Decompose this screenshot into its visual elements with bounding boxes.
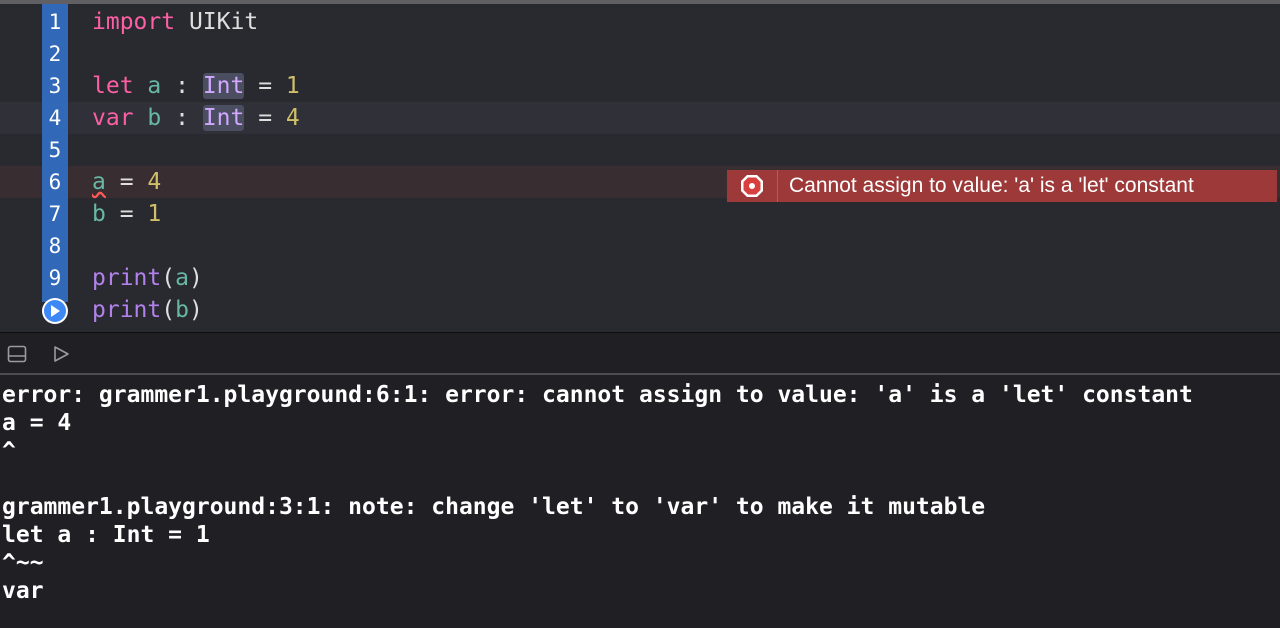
line-number[interactable]: 7 <box>42 198 68 230</box>
line-number[interactable]: 2 <box>42 38 68 70</box>
code-token: a <box>92 169 106 195</box>
line-number[interactable]: 3 <box>42 70 68 102</box>
code-token: = <box>105 201 148 227</box>
console-output[interactable]: error: grammer1.playground:6:1: error: c… <box>0 378 1280 628</box>
console-line: ^ <box>2 438 16 464</box>
code-token: b <box>92 201 106 227</box>
code-token: print <box>92 265 162 291</box>
console-line: ^~~ <box>2 550 44 576</box>
code-token: : <box>161 105 203 131</box>
code-editor[interactable]: 123456789 import UIKit let a : Int = 1 var… <box>0 4 1280 332</box>
line-number[interactable]: 9 <box>42 262 68 294</box>
code-token: 4 <box>285 105 300 131</box>
code-line[interactable]: print(a) <box>92 262 203 294</box>
console-line: error: grammer1.playground:6:1: error: c… <box>2 382 1193 408</box>
code-token: b <box>147 105 162 131</box>
debug-toolbar <box>0 333 1280 373</box>
run-to-line-button[interactable] <box>42 298 68 324</box>
error-message: Cannot assign to value: 'a' is a 'let' c… <box>789 174 1194 197</box>
code-token: b <box>175 297 189 323</box>
play-icon <box>44 300 66 322</box>
console-line: let a : Int = 1 <box>2 522 210 548</box>
code-line[interactable]: import UIKit <box>92 6 258 38</box>
code-token: var <box>92 105 134 131</box>
error-icon <box>727 170 778 202</box>
line-number[interactable]: 8 <box>42 230 68 262</box>
code-token: = <box>244 105 286 131</box>
code-line[interactable]: print(b) <box>92 294 203 326</box>
code-token: 1 <box>147 201 162 227</box>
code-token: 1 <box>285 73 300 99</box>
code-token: a <box>147 73 162 99</box>
console-separator <box>0 373 1280 375</box>
code-token: ( <box>161 265 176 291</box>
code-token: 4 <box>147 169 162 195</box>
line-number[interactable]: 5 <box>42 134 68 166</box>
code-token: ) <box>188 265 203 291</box>
code-token: import <box>92 9 176 35</box>
code-token: UIKit <box>175 9 259 35</box>
line-number[interactable]: 6 <box>42 166 68 198</box>
code-token: ) <box>188 297 203 323</box>
code-token: a <box>175 265 189 291</box>
code-line[interactable]: let a : Int = 1 <box>92 70 300 102</box>
code-token: Int <box>202 73 245 99</box>
line-number[interactable]: 1 <box>42 6 68 38</box>
console-line: var <box>2 578 44 604</box>
code-line[interactable]: var b : Int = 4 <box>92 102 300 134</box>
code-token: let <box>92 73 134 99</box>
code-token: ( <box>161 297 176 323</box>
console-line: grammer1.playground:3:1: note: change 'l… <box>2 494 986 520</box>
code-token: = <box>244 73 286 99</box>
code-line[interactable]: b = 1 <box>92 198 161 230</box>
code-token: print <box>92 297 162 323</box>
line-number[interactable]: 4 <box>42 102 68 134</box>
console-line: a = 4 <box>2 410 72 436</box>
code-token: = <box>105 169 148 195</box>
inline-error-banner[interactable]: Cannot assign to value: 'a' is a 'let' c… <box>727 170 1277 202</box>
code-token: : <box>161 73 203 99</box>
code-line[interactable]: a = 4 <box>92 166 161 198</box>
hide-debug-area-icon[interactable] <box>6 343 28 365</box>
code-token: Int <box>202 105 245 131</box>
run-playground-icon[interactable] <box>50 343 72 365</box>
